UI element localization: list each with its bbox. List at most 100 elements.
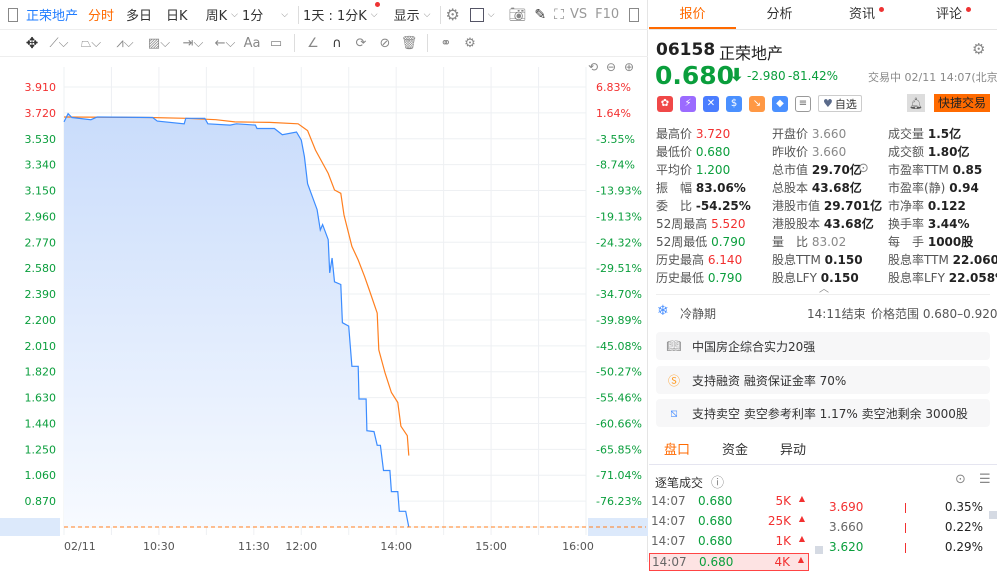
up-arrow-icon: ▲ bbox=[798, 494, 805, 503]
ticks-title: 逐笔成交 bbox=[655, 476, 704, 490]
fib-tool-icon[interactable]: ▨⌵ bbox=[142, 36, 176, 51]
pct-tick-label: -60.66% bbox=[596, 417, 642, 430]
stock-name-link[interactable]: 正荣地产 bbox=[26, 5, 78, 24]
panel-toggle-icon[interactable] bbox=[629, 7, 640, 22]
expand-icon[interactable]: ︿ bbox=[819, 280, 829, 295]
stat-label: 量 比 bbox=[772, 235, 809, 249]
note-short[interactable]: ⧅ 支持卖空 卖空参考利率 1.17% 卖空池剩余 3000股 bbox=[656, 399, 990, 427]
scrollbar[interactable] bbox=[815, 546, 823, 554]
comment-icon[interactable]: ▭ bbox=[264, 36, 288, 51]
tab-analysis[interactable]: 分析 bbox=[736, 0, 823, 29]
tab-multiday[interactable]: 多日 bbox=[126, 5, 152, 24]
stat-value: -54.25% bbox=[695, 199, 751, 213]
arrow-tool-icon[interactable]: ←⌵ bbox=[210, 36, 240, 51]
tab-orderbook[interactable]: 盘口 bbox=[664, 437, 690, 464]
text-tool-icon[interactable]: Aa bbox=[240, 36, 264, 51]
pct-tick-label: -65.85% bbox=[596, 443, 642, 456]
pct-tick-label: -76.23% bbox=[596, 495, 642, 508]
stat-value: 1.80亿 bbox=[927, 145, 970, 159]
minute-select[interactable]: 1分 bbox=[242, 5, 263, 24]
pct-tick-label: -55.46% bbox=[596, 392, 642, 405]
more-icon[interactable]: ⊙ bbox=[858, 161, 869, 176]
tab-intraday[interactable]: 分时 bbox=[88, 5, 114, 24]
stat-value: 29.70亿 bbox=[811, 163, 862, 177]
short-icon[interactable]: ↘ bbox=[749, 95, 765, 112]
trade-price: 0.680 bbox=[698, 514, 733, 528]
price-level-row: 3.690 0.35% bbox=[829, 499, 989, 517]
layout-icon[interactable] bbox=[469, 7, 484, 22]
y-tick-label: 3.910 bbox=[25, 81, 57, 94]
watchlist-button[interactable]: ♥ 自选 bbox=[818, 95, 862, 112]
quick-trade-button[interactable]: 快捷交易 bbox=[934, 94, 991, 112]
scrollbar[interactable] bbox=[989, 511, 997, 519]
chevron-down-icon[interactable]: ⌵ bbox=[371, 1, 380, 20]
connect-icon[interactable]: ⚡ bbox=[680, 95, 696, 112]
more-icon[interactable]: ⊙ bbox=[955, 472, 966, 487]
tab-movement[interactable]: 异动 bbox=[780, 437, 806, 464]
tag-icon[interactable]: ◆ bbox=[772, 95, 788, 112]
stat-label: 历史最高 bbox=[656, 253, 705, 267]
line-tool-icon[interactable]: ⟋⌵ bbox=[44, 36, 74, 51]
stat-value: 6.140 bbox=[707, 253, 743, 267]
camera-icon[interactable]: 📷︎ bbox=[509, 7, 527, 23]
tab-label: 资讯 bbox=[848, 7, 875, 22]
settings-icon[interactable]: ⚙ bbox=[972, 40, 985, 58]
stat-label: 市盈率TTM bbox=[888, 163, 949, 177]
sidebar-toggle-icon[interactable] bbox=[8, 7, 18, 22]
tab-capital[interactable]: 资金 bbox=[722, 437, 748, 464]
range-tool-icon[interactable]: ⇥⌵ bbox=[176, 36, 210, 51]
info-icon[interactable]: ⓘ bbox=[711, 472, 724, 491]
interval-select[interactable]: 1天 : 1分K bbox=[303, 5, 367, 24]
tab-quote[interactable]: 报价 bbox=[649, 0, 736, 29]
current-price-marker bbox=[0, 518, 60, 536]
stat-label: 市盈率(静) bbox=[888, 181, 946, 195]
trade-row: 14:07 0.680 4K ▲ bbox=[649, 553, 809, 571]
tab-news[interactable]: 资讯 bbox=[823, 0, 910, 29]
gear-icon[interactable]: ⚙ bbox=[458, 36, 482, 51]
channel-tool-icon[interactable]: ⏢⌵ bbox=[74, 36, 108, 51]
note-text: 支持融资 融资保证金率 70% bbox=[692, 373, 847, 388]
stat-label: 换手率 bbox=[888, 217, 925, 231]
wave-tool-icon[interactable]: ⩘⌵ bbox=[108, 36, 142, 51]
pencil-icon[interactable]: ✎ bbox=[534, 7, 546, 23]
y-tick-label: 3.530 bbox=[25, 133, 57, 146]
trade-time: 14:07 bbox=[651, 514, 686, 528]
magnet-icon[interactable]: ∩ bbox=[325, 36, 349, 51]
trash-icon[interactable]: 🗑︎ bbox=[397, 36, 421, 51]
stat-value: 0.122 bbox=[927, 199, 966, 213]
y-tick-label: 2.010 bbox=[25, 340, 57, 353]
tab-weekly-k[interactable]: 周K bbox=[206, 5, 228, 24]
x-tick-label: 10:30 bbox=[143, 540, 175, 553]
hide-icon[interactable]: ⊘ bbox=[373, 36, 397, 51]
angle-icon[interactable]: ∠ bbox=[301, 36, 325, 51]
intraday-chart[interactable]: 3.910 6.83% 3.720 1.64% 3.530 -3.55% 3.340 -8.7… bbox=[0, 57, 648, 562]
fullscreen-icon[interactable]: ⛶ bbox=[554, 7, 564, 23]
stat-value: 3.660 bbox=[811, 127, 847, 141]
y-tick-label: 2.200 bbox=[25, 314, 57, 327]
chevron-down-icon[interactable]: ⌵ bbox=[488, 10, 495, 20]
move-icon[interactable]: ✥ bbox=[20, 34, 44, 52]
note-ranking[interactable]: 📖︎ 中国房企综合实力20强 bbox=[656, 332, 990, 360]
vs-button[interactable]: VS bbox=[570, 7, 587, 22]
list-icon[interactable]: ☰ bbox=[979, 472, 991, 487]
display-select[interactable]: 显示 bbox=[394, 5, 420, 24]
cross-icon[interactable]: ✕ bbox=[703, 95, 719, 112]
sync-icon[interactable]: ⟳ bbox=[349, 36, 373, 51]
chevron-down-icon[interactable]: ⌵ bbox=[231, 10, 238, 20]
dollar-icon[interactable]: $ bbox=[726, 95, 742, 112]
compare-icon[interactable]: ⚭ bbox=[434, 36, 458, 51]
stat-item: 市盈率TTM 0.85 bbox=[888, 161, 982, 178]
level-bar bbox=[905, 523, 906, 533]
chevron-down-icon[interactable]: ⌵ bbox=[281, 10, 288, 20]
tab-comments[interactable]: 评论 bbox=[910, 0, 997, 29]
f10-button[interactable]: F10 bbox=[595, 7, 619, 22]
hk-flag-icon[interactable]: ✿ bbox=[657, 95, 673, 112]
bell-icon[interactable]: 🔔︎ bbox=[907, 94, 925, 112]
divider bbox=[656, 294, 990, 295]
tab-daily-k[interactable]: 日K bbox=[166, 5, 188, 24]
note-margin[interactable]: Ⓢ 支持融资 融资保证金率 70% bbox=[656, 366, 990, 394]
gear-icon[interactable]: ⚙ bbox=[445, 5, 459, 24]
chevron-down-icon[interactable]: ⌵ bbox=[424, 10, 431, 20]
note-icon[interactable]: ≡ bbox=[795, 95, 811, 112]
stat-label: 股息率LFY bbox=[888, 271, 945, 285]
